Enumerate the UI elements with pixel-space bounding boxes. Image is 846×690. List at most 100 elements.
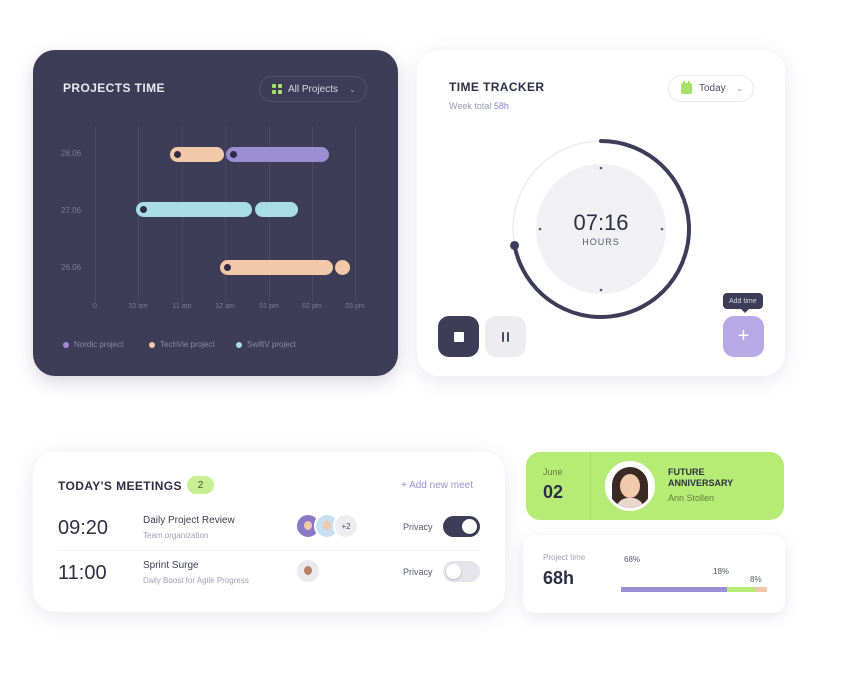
more-participants[interactable]: +2 (333, 513, 359, 539)
project-time-value: 68h (543, 568, 575, 588)
week-total-value: 58h (493, 101, 509, 111)
privacy-toggle[interactable] (443, 516, 480, 537)
meeting-subtitle: Daily Boost for Agile Progress (143, 576, 249, 585)
bar-start-dot (230, 151, 237, 158)
x-tick-label: 01 pm (259, 303, 279, 310)
segment-percent: 68% (624, 555, 641, 564)
gantt-bar-techvie-end[interactable] (335, 260, 350, 275)
chevron-down-icon: ⌄ (349, 84, 356, 94)
meeting-time: 11:00 (58, 562, 107, 584)
meeting-row[interactable]: 09:20 Daily Project Review Team organiza… (58, 508, 480, 550)
legend-label: TechVie project (160, 340, 215, 349)
timer-tick (599, 288, 603, 292)
gantt-bar-techvie[interactable] (220, 260, 333, 275)
bar-start-dot (174, 151, 181, 158)
x-tick-label: 02 pm (302, 303, 322, 310)
anniversary-card[interactable]: June 02 FUTURE ANNIVERSARY Ann Stollen (526, 452, 784, 520)
week-total: Week total 58h (449, 101, 509, 111)
projects-filter-dropdown[interactable]: All Projects ⌄ (259, 76, 367, 102)
todays-meetings-card: TODAY'S MEETINGS 2 + Add new meet 09:20 … (33, 452, 505, 612)
week-total-label: Week total (449, 101, 492, 111)
legend-label: Nordic project (74, 340, 124, 349)
avatar (605, 461, 655, 511)
stop-button[interactable] (438, 316, 479, 357)
meetings-count-badge: 2 (187, 476, 214, 494)
legend-dot (236, 341, 242, 348)
progress-segment (754, 587, 767, 592)
legend-dot (149, 341, 155, 348)
x-tick-label: 12 am (215, 303, 235, 310)
project-time-label: Project time (543, 553, 586, 562)
y-tick-label: 28.06 (61, 149, 82, 158)
y-tick-label: 26.06 (61, 263, 82, 272)
gantt-bar-nordic[interactable] (226, 147, 329, 162)
avatar (295, 558, 321, 584)
legend-dot (63, 341, 69, 348)
pause-icon (507, 331, 509, 342)
privacy-toggle[interactable] (443, 561, 480, 582)
meeting-title: Sprint Surge (143, 560, 199, 571)
time-tracker-card: TIME TRACKER Week total 58h Today ⌄ 07:1… (417, 50, 785, 376)
avatar-face (620, 474, 640, 498)
segment-percent: 18% (713, 567, 730, 576)
calendar-icon (681, 81, 692, 94)
anniversary-day: 02 (543, 482, 564, 502)
meeting-row[interactable]: 11:00 Sprint Surge Daily Boost for Agile… (58, 553, 480, 595)
time-tracker-title: TIME TRACKER (449, 80, 545, 94)
participants (295, 558, 321, 584)
avatar-shoulders (616, 498, 644, 508)
x-tick-label: 03 pm (345, 303, 365, 310)
pause-icon (502, 331, 504, 342)
timer-tick (660, 227, 664, 231)
divider (590, 452, 591, 520)
progress-segment (726, 587, 755, 592)
projects-time-title: PROJECTS TIME (63, 81, 165, 95)
bar-start-dot (140, 206, 147, 213)
y-tick-label: 27.06 (61, 206, 82, 215)
legend-label: SwiftV project (247, 340, 296, 349)
anniversary-label: FUTURE ANNIVERSARY (668, 467, 734, 488)
gantt-bar-techvie[interactable] (170, 147, 224, 162)
divider (58, 550, 480, 551)
add-time-button[interactable]: + (723, 316, 764, 357)
gantt-bar-swiftv[interactable] (255, 202, 298, 217)
chevron-down-icon: ⌄ (736, 84, 743, 93)
timer-tick (599, 166, 603, 170)
x-tick-label: 11 am (172, 303, 192, 310)
legend-item-swiftv: SwiftV project (236, 340, 296, 349)
projects-filter-label: All Projects (288, 83, 339, 95)
projects-time-card: PROJECTS TIME All Projects ⌄ 28.06 27.06… (33, 50, 398, 376)
segment-percent: 8% (750, 575, 762, 584)
anniversary-month: June (543, 467, 563, 477)
toggle-knob (446, 564, 461, 579)
meetings-title: TODAY'S MEETINGS (58, 479, 182, 493)
participants: +2 (295, 513, 359, 539)
add-meet-link[interactable]: + Add new meet (401, 480, 473, 491)
clock-unit: HOURS (582, 237, 620, 247)
legend-item-techvie: TechVie project (149, 340, 215, 349)
bar-start-dot (224, 264, 231, 271)
project-time-card: Project time 68h 68% 18% 8% (523, 535, 785, 613)
meeting-title: Daily Project Review (143, 515, 235, 526)
period-dropdown[interactable]: Today ⌄ (668, 75, 754, 102)
meeting-time: 09:20 (58, 517, 109, 539)
gantt-bar-swiftv[interactable] (136, 202, 252, 217)
grid-icon (272, 84, 282, 94)
add-time-tooltip: Add time (723, 293, 763, 313)
x-tick-label: 10 am (128, 303, 148, 310)
stop-icon (453, 331, 464, 342)
toggle-knob (462, 519, 477, 534)
gridline (95, 126, 96, 302)
gridline (355, 126, 356, 302)
clock-time: 07:16 (573, 210, 629, 235)
progress-segment (621, 587, 727, 592)
x-tick-label: 0 (93, 303, 97, 310)
privacy-label: Privacy (403, 567, 433, 577)
meeting-subtitle: Team organization (143, 531, 209, 540)
timer-tick (538, 227, 542, 231)
timer-progress-handle[interactable] (510, 240, 520, 250)
plus-icon: + (737, 325, 750, 347)
anniversary-name: Ann Stollen (668, 493, 715, 503)
legend-item-nordic: Nordic project (63, 340, 123, 349)
pause-button[interactable] (485, 316, 526, 357)
